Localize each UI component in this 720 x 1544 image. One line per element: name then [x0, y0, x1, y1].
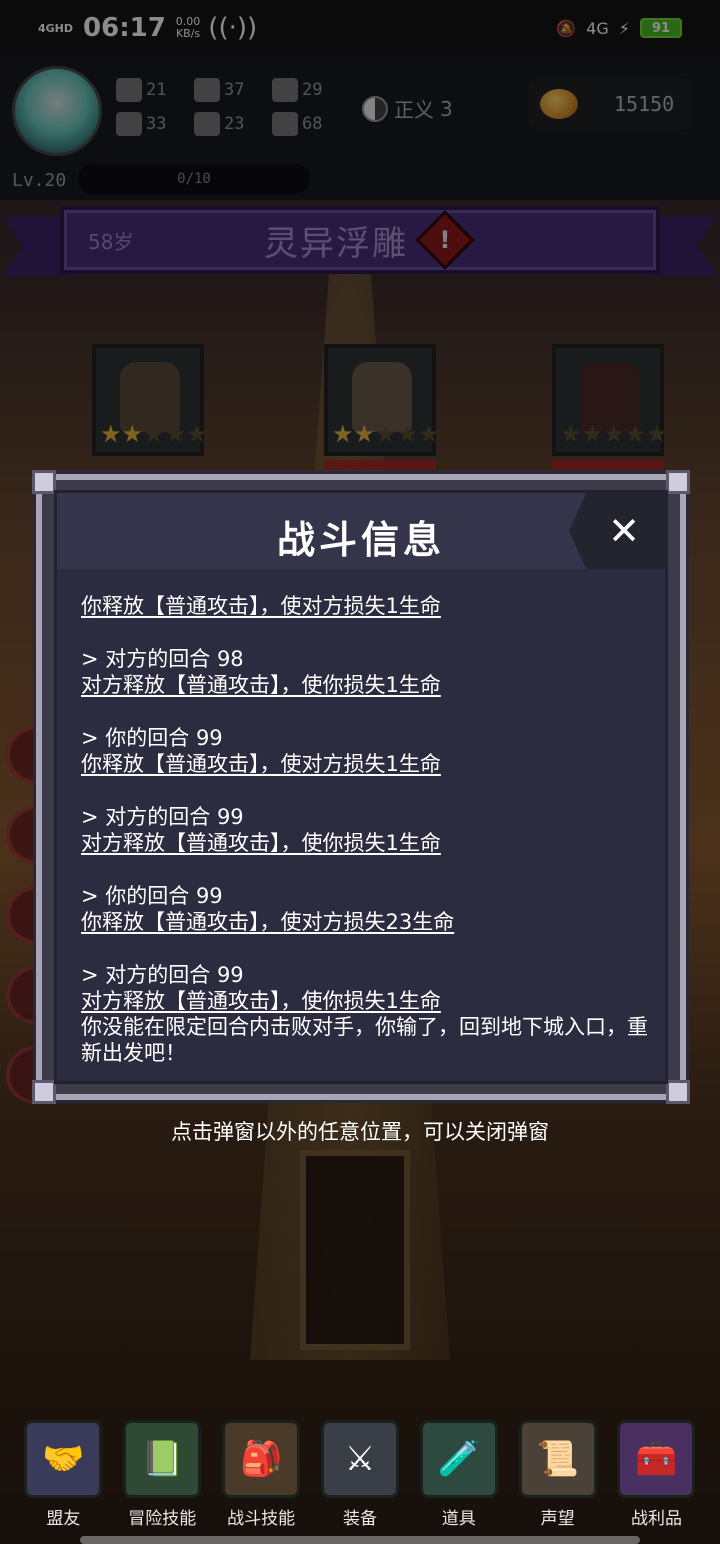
log-turn: > 对方的回合 98	[81, 647, 244, 671]
nav-loot[interactable]: 🧰 战利品	[612, 1420, 700, 1544]
book-icon: 📗	[123, 1420, 202, 1498]
swords-shield-icon: ⚔	[320, 1420, 399, 1498]
home-indicator[interactable]	[80, 1536, 640, 1544]
log-action: 对方释放【普通攻击】，使你损失1生命	[81, 673, 441, 697]
log-entry: 你释放【普通攻击】，使对方损失1生命	[81, 593, 651, 619]
dialog-corner	[32, 1080, 56, 1104]
dialog-corner	[666, 1080, 690, 1104]
close-button[interactable]: ✕	[569, 493, 665, 569]
scroll-icon: 📜	[518, 1420, 597, 1498]
dialog-corner	[666, 470, 690, 494]
log-action: 你释放【普通攻击】，使对方损失23生命	[81, 910, 455, 934]
battle-info-dialog: 战斗信息 ✕ 你释放【普通攻击】，使对方损失1生命 > 对方的回合 98 对方释…	[32, 470, 690, 1104]
nav-combat-skills[interactable]: 🎒 战斗技能	[217, 1420, 305, 1544]
dialog-body: 战斗信息 ✕ 你释放【普通攻击】，使对方损失1生命 > 对方的回合 98 对方释…	[54, 490, 668, 1084]
log-entry: > 你的回合 99 你释放【普通攻击】，使对方损失1生命	[81, 725, 651, 777]
battle-log[interactable]: 你释放【普通攻击】，使对方损失1生命 > 对方的回合 98 对方释放【普通攻击】…	[81, 593, 651, 1066]
log-action: 你释放【普通攻击】，使对方损失1生命	[81, 594, 441, 618]
backpack-icon: 🎒	[222, 1420, 301, 1498]
log-entry: > 对方的回合 99 对方释放【普通攻击】，使你损失1生命	[81, 804, 651, 856]
nav-equipment[interactable]: ⚔ 装备	[316, 1420, 404, 1544]
battle-result: 你没能在限定回合内击败对手，你输了，回到地下城入口，重新出发吧！	[81, 1015, 648, 1065]
treasure-chest-icon: 🧰	[617, 1420, 696, 1498]
close-hint: 点击弹窗以外的任意位置，可以关闭弹窗	[171, 1120, 549, 1144]
potion-bag-icon: 🧪	[419, 1420, 498, 1498]
log-turn: > 你的回合 99	[81, 884, 223, 908]
log-action: 对方释放【普通攻击】，使你损失1生命	[81, 831, 441, 855]
log-action: 对方释放【普通攻击】，使你损失1生命	[81, 989, 441, 1013]
log-turn: > 对方的回合 99	[81, 805, 244, 829]
handshake-icon: 🤝	[24, 1420, 103, 1498]
log-entry: > 你的回合 99 你释放【普通攻击】，使对方损失23生命	[81, 883, 651, 935]
nav-reputation[interactable]: 📜 声望	[514, 1420, 602, 1544]
log-turn: > 你的回合 99	[81, 726, 223, 750]
log-action: 你释放【普通攻击】，使对方损失1生命	[81, 752, 441, 776]
close-icon: ✕	[608, 509, 640, 553]
nav-allies[interactable]: 🤝 盟友	[19, 1420, 107, 1544]
log-entry: > 对方的回合 98 对方释放【普通攻击】，使你损失1生命	[81, 646, 651, 698]
dialog-header: 战斗信息 ✕	[57, 493, 665, 569]
log-turn: > 对方的回合 99	[81, 963, 244, 987]
log-entry: > 对方的回合 99 对方释放【普通攻击】，使你损失1生命 你没能在限定回合内击…	[81, 962, 651, 1066]
bottom-nav: 🤝 盟友 📗 冒险技能 🎒 战斗技能 ⚔ 装备 🧪 道具 📜 声望 🧰 战利品	[0, 1420, 720, 1544]
dialog-corner	[32, 470, 56, 494]
nav-adventure-skills[interactable]: 📗 冒险技能	[118, 1420, 206, 1544]
nav-items[interactable]: 🧪 道具	[415, 1420, 503, 1544]
